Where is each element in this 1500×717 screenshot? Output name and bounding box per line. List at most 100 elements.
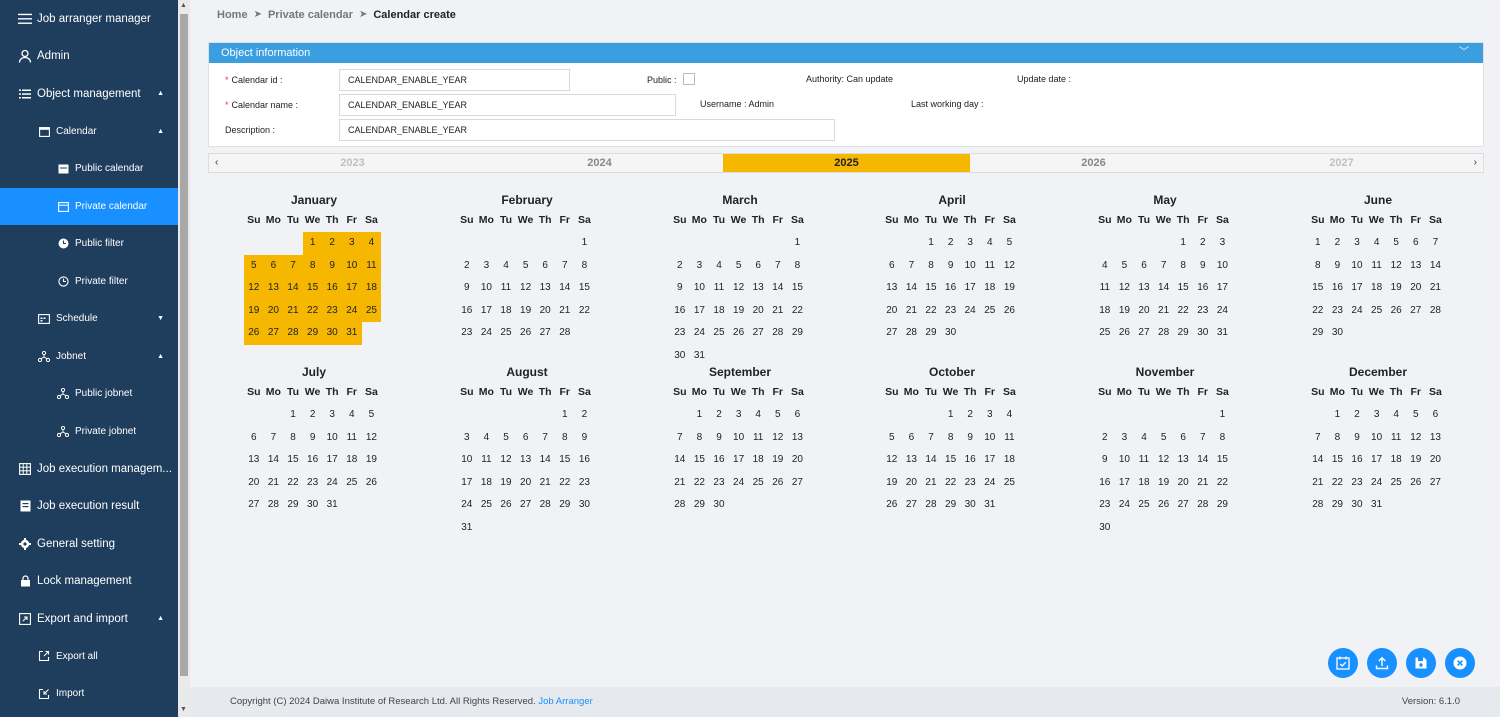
calendar-day[interactable]: 26 bbox=[1406, 472, 1426, 495]
calendar-day[interactable]: 30 bbox=[575, 494, 595, 517]
calendar-day[interactable]: 24 bbox=[980, 472, 1000, 495]
calendar-day[interactable]: 29 bbox=[941, 494, 961, 517]
calendar-day[interactable]: 7 bbox=[768, 255, 788, 278]
calendar-day[interactable]: 2 bbox=[960, 404, 980, 427]
calendar-day[interactable]: 24 bbox=[1367, 472, 1387, 495]
calendar-day[interactable]: 19 bbox=[244, 299, 264, 323]
calendar-day[interactable]: 2 bbox=[670, 255, 690, 278]
sidebar-scrollbar[interactable]: ▲ ▼ bbox=[178, 0, 190, 717]
calendar-day[interactable]: 4 bbox=[1095, 255, 1115, 278]
calendar-day[interactable]: 1 bbox=[921, 232, 941, 255]
calendar-day[interactable]: 12 bbox=[496, 449, 516, 472]
calendar-day[interactable]: 29 bbox=[921, 322, 941, 345]
calendar-day[interactable]: 11 bbox=[342, 427, 362, 450]
calendar-day[interactable]: 25 bbox=[496, 322, 516, 345]
calendar-day[interactable]: 29 bbox=[1328, 494, 1348, 517]
calendar-day[interactable]: 30 bbox=[322, 322, 342, 345]
calendar-day[interactable]: 24 bbox=[1115, 494, 1135, 517]
calendar-day[interactable]: 16 bbox=[1193, 277, 1213, 300]
calendar-day[interactable]: 8 bbox=[1308, 255, 1328, 278]
calendar-day[interactable]: 24 bbox=[960, 300, 980, 323]
calendar-day[interactable]: 5 bbox=[516, 255, 536, 278]
calendar-day[interactable]: 28 bbox=[283, 322, 303, 345]
calendar-day[interactable]: 3 bbox=[1115, 427, 1135, 450]
calendar-day[interactable]: 21 bbox=[1426, 277, 1446, 300]
calendar-day[interactable]: 12 bbox=[729, 277, 749, 300]
calendar-day[interactable]: 27 bbox=[902, 494, 922, 517]
calendar-day[interactable]: 12 bbox=[1386, 255, 1406, 278]
calendar-day[interactable]: 21 bbox=[902, 300, 922, 323]
calendar-day[interactable]: 30 bbox=[709, 494, 729, 517]
calendar-day[interactable]: 15 bbox=[283, 449, 303, 472]
calendar-day[interactable]: 11 bbox=[980, 255, 1000, 278]
calendar-day[interactable]: 3 bbox=[980, 404, 1000, 427]
calendar-day[interactable]: 20 bbox=[1426, 449, 1446, 472]
calendar-day[interactable]: 13 bbox=[535, 277, 555, 300]
calendar-day[interactable]: 19 bbox=[729, 300, 749, 323]
calendar-day[interactable]: 20 bbox=[263, 299, 284, 323]
calendar-day[interactable]: 16 bbox=[960, 449, 980, 472]
calendar-day[interactable]: 6 bbox=[516, 427, 536, 450]
calendar-day[interactable]: 15 bbox=[921, 277, 941, 300]
calendar-day[interactable]: 15 bbox=[1328, 449, 1348, 472]
sidebar-item-export-and-import[interactable]: Export and import ▲ bbox=[0, 600, 178, 637]
calendar-day[interactable]: 21 bbox=[283, 299, 303, 323]
calendar-day[interactable]: 30 bbox=[1095, 517, 1115, 540]
calendar-day[interactable]: 17 bbox=[690, 300, 710, 323]
calendar-day[interactable]: 26 bbox=[1154, 494, 1174, 517]
calendar-day[interactable]: 17 bbox=[457, 472, 477, 495]
calendar-day[interactable]: 6 bbox=[1134, 255, 1154, 278]
calendar-day[interactable]: 2 bbox=[941, 232, 961, 255]
calendar-day[interactable]: 28 bbox=[264, 494, 284, 517]
calendar-day[interactable]: 3 bbox=[322, 404, 342, 427]
calendar-day[interactable]: 19 bbox=[1406, 449, 1426, 472]
calendar-day[interactable]: 17 bbox=[322, 449, 342, 472]
calendar-day[interactable]: 10 bbox=[729, 427, 749, 450]
calendar-day[interactable]: 27 bbox=[748, 322, 768, 345]
close-button[interactable] bbox=[1445, 648, 1475, 678]
sidebar-item-schedule[interactable]: Schedule ▼ bbox=[0, 300, 178, 337]
calendar-day[interactable]: 30 bbox=[1193, 322, 1213, 345]
calendar-day[interactable]: 17 bbox=[960, 277, 980, 300]
calendar-day[interactable]: 6 bbox=[1173, 427, 1193, 450]
calendar-day[interactable]: 27 bbox=[1406, 300, 1426, 323]
calendar-day[interactable]: 12 bbox=[1406, 427, 1426, 450]
calendar-day[interactable]: 22 bbox=[690, 472, 710, 495]
calendar-day[interactable]: 14 bbox=[535, 449, 555, 472]
calendar-day[interactable]: 30 bbox=[1328, 322, 1348, 345]
calendar-day[interactable]: 3 bbox=[1347, 232, 1367, 255]
calendar-day[interactable]: 22 bbox=[575, 300, 595, 323]
calendar-day[interactable]: 11 bbox=[1095, 277, 1115, 300]
calendar-day[interactable]: 12 bbox=[1115, 277, 1135, 300]
calendar-day[interactable]: 5 bbox=[1154, 427, 1174, 450]
calendar-day[interactable]: 19 bbox=[1000, 277, 1020, 300]
scroll-thumb[interactable] bbox=[180, 14, 188, 676]
description-input[interactable] bbox=[339, 119, 835, 141]
calendar-day[interactable]: 31 bbox=[322, 494, 342, 517]
calendar-day[interactable]: 4 bbox=[1367, 232, 1387, 255]
calendar-day[interactable]: 23 bbox=[941, 300, 961, 323]
calendar-day[interactable]: 17 bbox=[477, 300, 497, 323]
calendar-day[interactable]: 3 bbox=[1367, 404, 1387, 427]
calendar-day[interactable]: 21 bbox=[921, 472, 941, 495]
calendar-name-input[interactable] bbox=[339, 94, 676, 116]
calendar-day[interactable]: 7 bbox=[264, 427, 284, 450]
calendar-day[interactable]: 12 bbox=[882, 449, 902, 472]
calendar-day[interactable]: 22 bbox=[941, 472, 961, 495]
calendar-day[interactable]: 24 bbox=[690, 322, 710, 345]
calendar-day[interactable]: 22 bbox=[921, 300, 941, 323]
calendar-day[interactable]: 6 bbox=[788, 404, 808, 427]
calendar-day[interactable]: 13 bbox=[1173, 449, 1193, 472]
calendar-day[interactable]: 21 bbox=[535, 472, 555, 495]
calendar-day[interactable]: 17 bbox=[1213, 277, 1233, 300]
calendar-day[interactable]: 15 bbox=[788, 277, 808, 300]
calendar-day[interactable]: 13 bbox=[1426, 427, 1446, 450]
calendar-day[interactable]: 16 bbox=[1328, 277, 1348, 300]
calendar-day[interactable]: 30 bbox=[960, 494, 980, 517]
calendar-day[interactable]: 2 bbox=[709, 404, 729, 427]
calendar-day[interactable]: 6 bbox=[263, 254, 284, 278]
calendar-day[interactable]: 28 bbox=[535, 494, 555, 517]
calendar-day[interactable]: 18 bbox=[1134, 472, 1154, 495]
calendar-day[interactable]: 29 bbox=[555, 494, 575, 517]
calendar-day[interactable]: 4 bbox=[1134, 427, 1154, 450]
